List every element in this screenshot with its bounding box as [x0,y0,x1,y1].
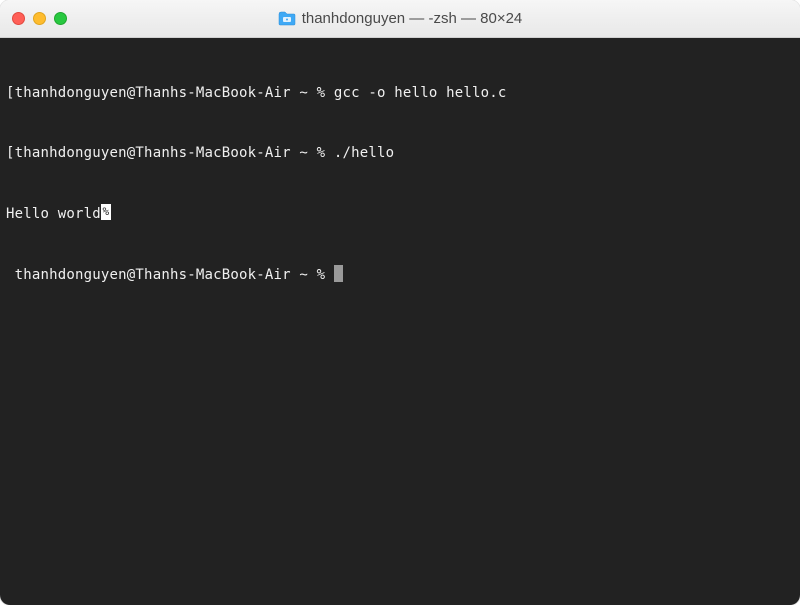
garbled-char-icon: % [101,204,111,220]
command-text: gcc -o hello hello.c [334,83,507,103]
close-button[interactable] [12,12,25,25]
traffic-lights [12,12,67,25]
terminal-window: thanhdonguyen — -zsh — 80×24 [thanhdongu… [0,0,800,605]
shell-prompt: [thanhdonguyen@Thanhs-MacBook-Air ~ % [6,83,334,103]
terminal-line: [thanhdonguyen@Thanhs-MacBook-Air ~ % gc… [6,83,794,103]
terminal-line: [thanhdonguyen@Thanhs-MacBook-Air ~ % ./… [6,143,794,163]
command-text: ./hello [334,143,394,163]
terminal-body[interactable]: [thanhdonguyen@Thanhs-MacBook-Air ~ % gc… [0,38,800,605]
terminal-line: thanhdonguyen@Thanhs-MacBook-Air ~ % [6,265,794,285]
minimize-button[interactable] [33,12,46,25]
shell-prompt: thanhdonguyen@Thanhs-MacBook-Air ~ % [6,265,334,285]
window-title-wrap: thanhdonguyen — -zsh — 80×24 [0,10,800,27]
terminal-line: Hello world% [6,204,794,224]
cursor-icon [334,265,343,282]
titlebar[interactable]: thanhdonguyen — -zsh — 80×24 [0,0,800,38]
output-text: Hello world [6,204,101,224]
window-title: thanhdonguyen — -zsh — 80×24 [302,10,523,27]
maximize-button[interactable] [54,12,67,25]
folder-icon [278,11,296,26]
shell-prompt: [thanhdonguyen@Thanhs-MacBook-Air ~ % [6,143,334,163]
